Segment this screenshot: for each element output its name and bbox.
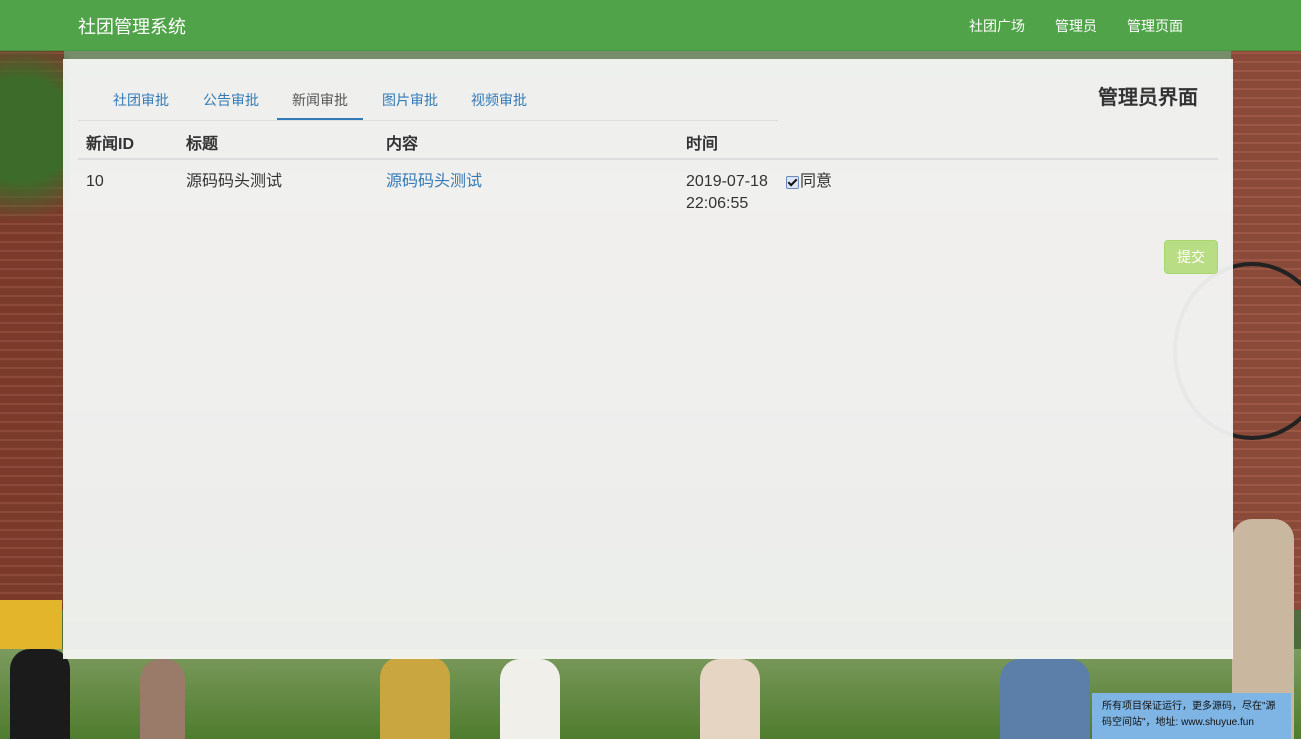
tab-image-approval[interactable]: 图片审批 xyxy=(367,83,453,119)
person-silhouette xyxy=(380,657,450,739)
brand-title[interactable]: 社团管理系统 xyxy=(78,13,186,39)
column-header-news-id: 新闻ID xyxy=(86,136,135,153)
submit-button[interactable]: 提交 xyxy=(1164,240,1218,274)
cell-news-id: 10 xyxy=(86,173,104,190)
agree-label: 同意 xyxy=(800,173,833,190)
nav-links: 社团广场 管理员 管理页面 xyxy=(969,16,1183,36)
person-silhouette xyxy=(500,659,560,739)
agree-checkbox-label[interactable]: 同意 xyxy=(786,171,832,193)
tab-bar: 社团审批 公告审批 新闻审批 图片审批 视频审批 xyxy=(78,83,778,121)
agree-checkbox[interactable] xyxy=(786,175,799,189)
page-title: 管理员界面 xyxy=(1098,87,1198,109)
sign-board xyxy=(0,600,62,650)
nav-link-club-square[interactable]: 社团广场 xyxy=(969,16,1025,36)
cell-content-link[interactable]: 源码码头测试 xyxy=(386,171,482,193)
person-silhouette xyxy=(140,659,185,739)
tree-foliage xyxy=(0,50,70,250)
person-silhouette xyxy=(1000,659,1090,739)
news-table: 新闻ID 标题 内容 时间 10 源码码头测试 源码码头测试 2019-07-1… xyxy=(78,121,1218,220)
table-row: 10 源码码头测试 源码码头测试 2019-07-18 22:06:55 同意 xyxy=(78,160,1218,220)
tab-news-approval[interactable]: 新闻审批 xyxy=(277,83,363,120)
footer-watermark-note: 所有项目保证运行，更多源码，尽在"源码空间站"，地址: www.shuyue.f… xyxy=(1092,693,1291,739)
nav-link-manage-page[interactable]: 管理页面 xyxy=(1127,16,1183,36)
column-header-time: 时间 xyxy=(686,136,719,153)
tab-video-approval[interactable]: 视频审批 xyxy=(456,83,542,119)
person-silhouette xyxy=(700,659,760,739)
nav-link-admin[interactable]: 管理员 xyxy=(1055,16,1097,36)
top-navbar: 社团管理系统 社团广场 管理员 管理页面 xyxy=(0,0,1301,51)
tab-notice-approval[interactable]: 公告审批 xyxy=(188,83,274,119)
table-header: 新闻ID 标题 内容 时间 xyxy=(78,121,1218,160)
admin-panel: 管理员界面 社团审批 公告审批 新闻审批 图片审批 视频审批 新闻ID 标题 内… xyxy=(63,59,1233,659)
cell-time: 2019-07-18 22:06:55 xyxy=(686,173,768,212)
person-silhouette xyxy=(10,649,70,739)
cell-title: 源码码头测试 xyxy=(186,173,283,190)
column-header-title: 标题 xyxy=(186,136,219,153)
column-header-content: 内容 xyxy=(386,136,419,153)
tab-club-approval[interactable]: 社团审批 xyxy=(98,83,184,119)
